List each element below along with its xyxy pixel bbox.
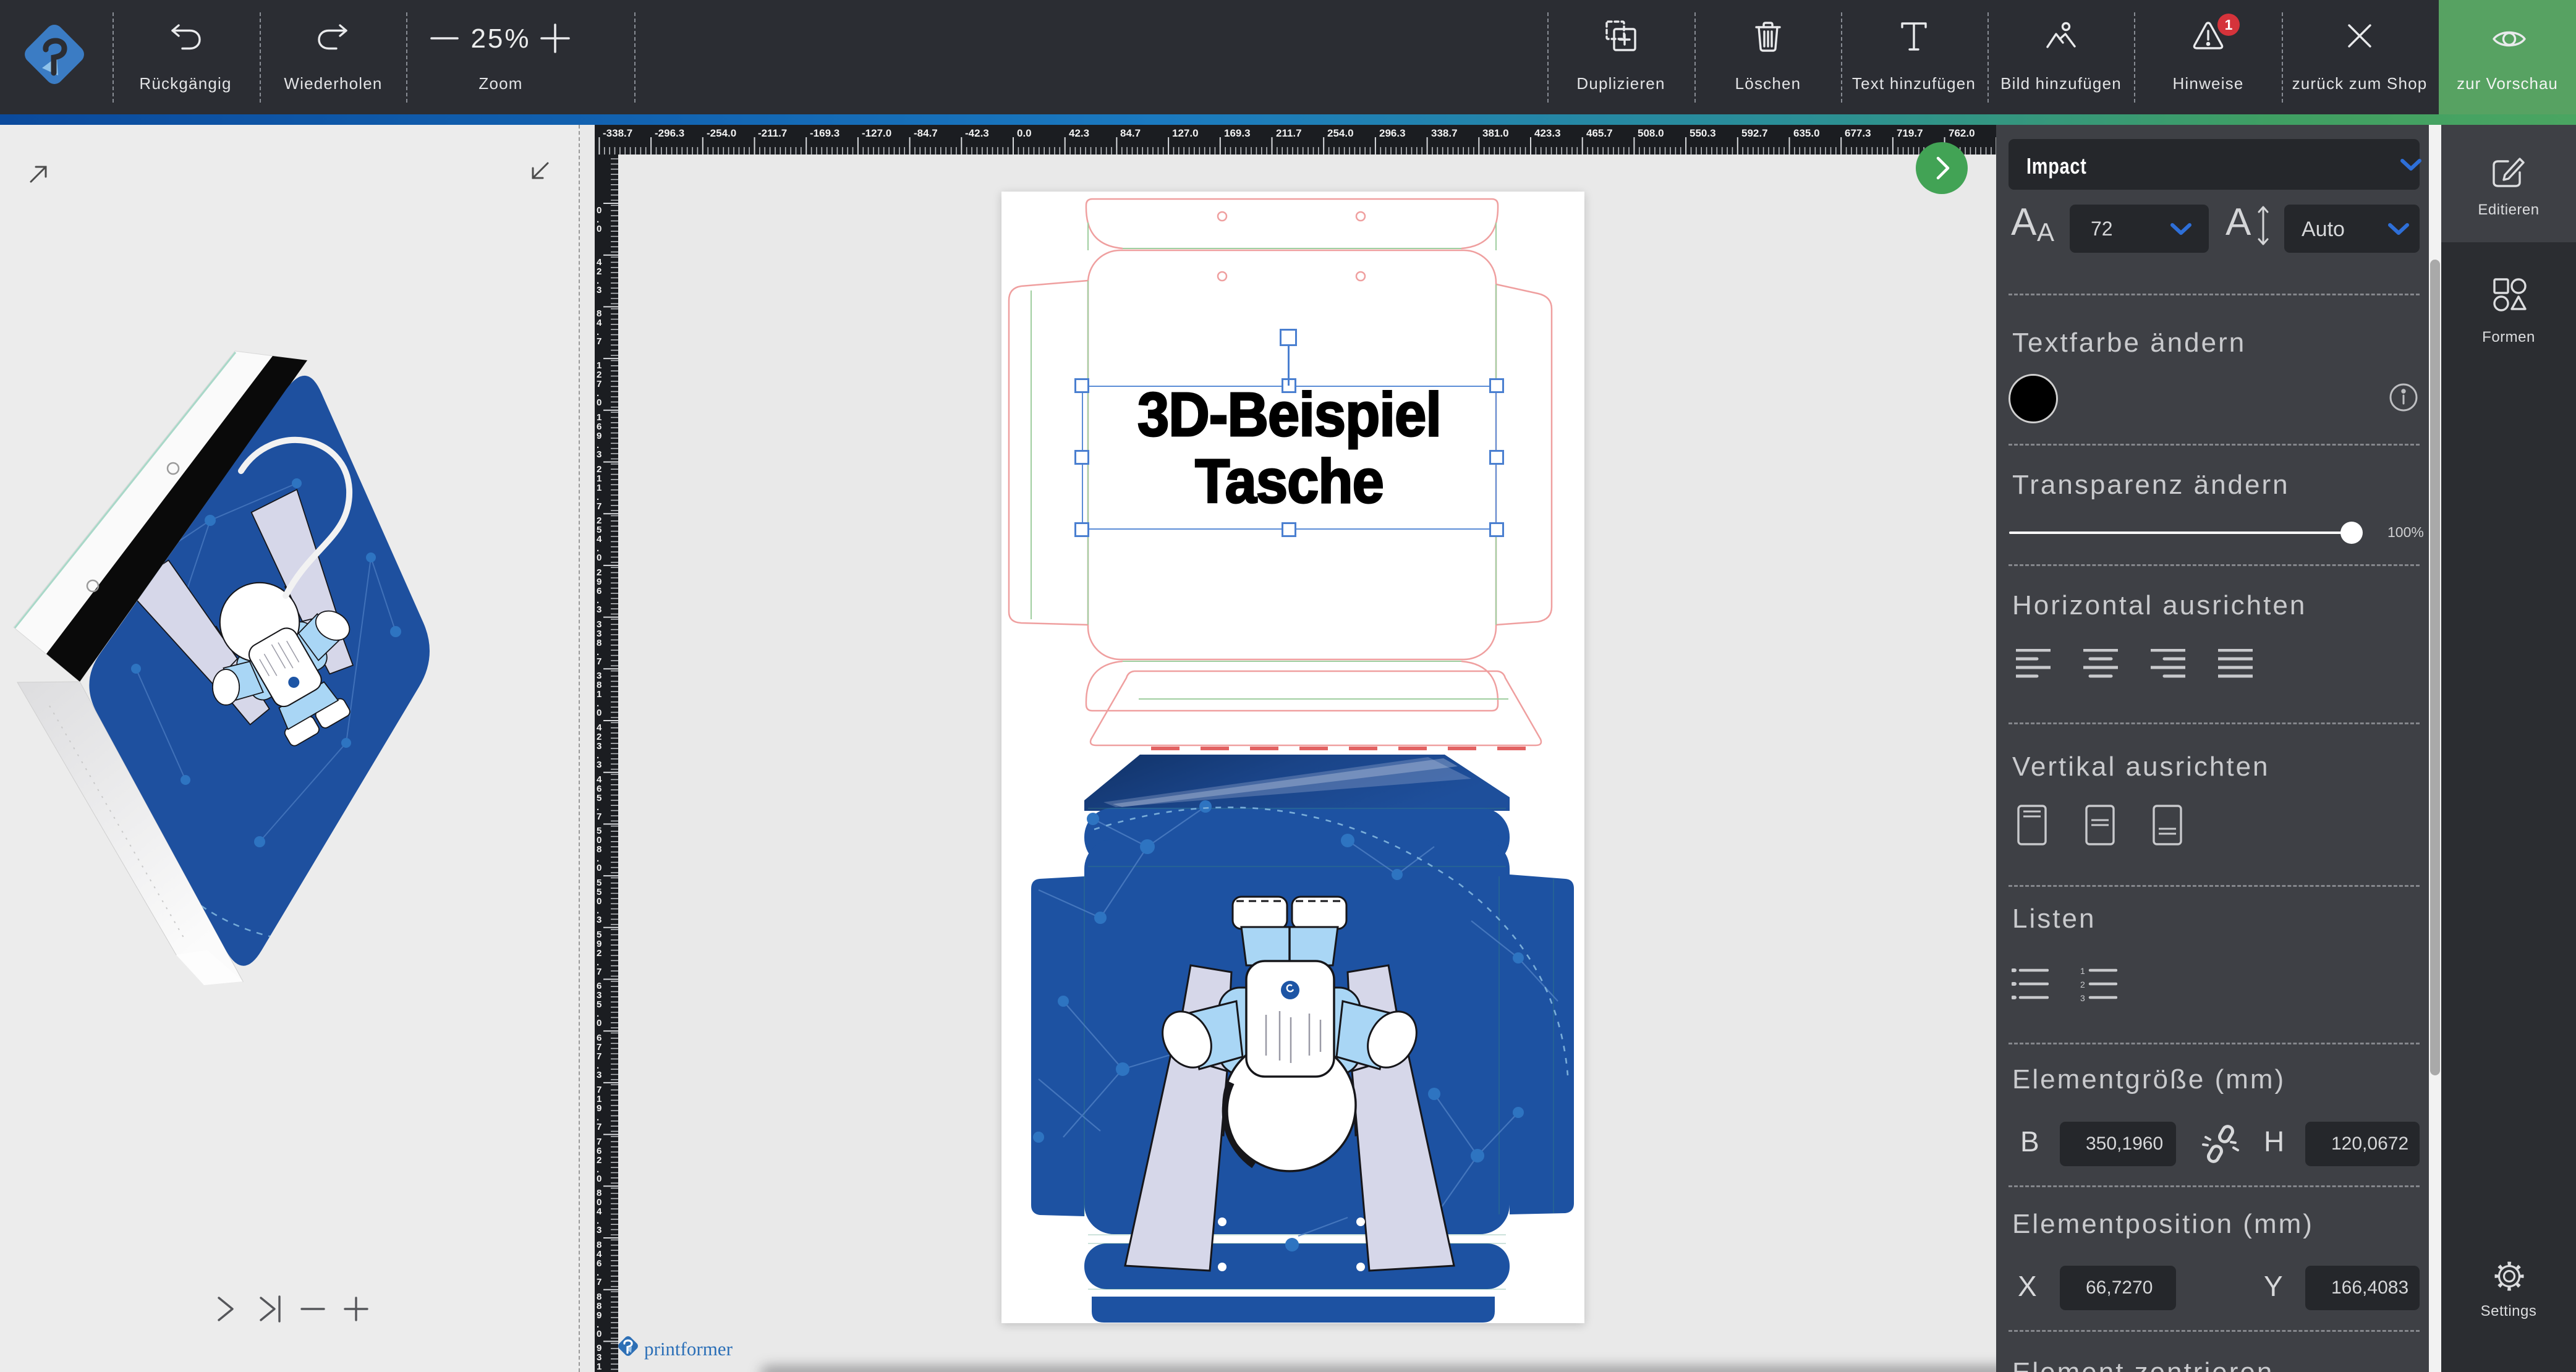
svg-text:296.3: 296.3: [597, 567, 601, 615]
svg-text:-296.3: -296.3: [655, 127, 684, 139]
svg-text:846.7: 846.7: [597, 1240, 602, 1287]
svg-text:42.3: 42.3: [1069, 127, 1089, 139]
svg-text:-211.7: -211.7: [758, 127, 787, 139]
svg-text:635.0: 635.0: [597, 981, 601, 1028]
svg-text:508.0: 508.0: [597, 826, 601, 873]
svg-text:211.7: 211.7: [1276, 127, 1302, 139]
svg-text:-254.0: -254.0: [707, 127, 736, 139]
svg-text:719.7: 719.7: [1897, 127, 1923, 139]
svg-text:762.0: 762.0: [597, 1137, 601, 1184]
svg-text:635.0: 635.0: [1793, 127, 1820, 139]
svg-text:254.0: 254.0: [1327, 127, 1354, 139]
svg-text:550.3: 550.3: [597, 878, 601, 925]
svg-text:84.7: 84.7: [597, 308, 602, 347]
svg-text:0.0: 0.0: [1017, 127, 1032, 139]
svg-text:762.0: 762.0: [1949, 127, 1975, 139]
svg-text:-169.3: -169.3: [810, 127, 840, 139]
svg-text:677.3: 677.3: [597, 1033, 601, 1080]
svg-text:550.3: 550.3: [1690, 127, 1716, 139]
svg-text:381.0: 381.0: [1482, 127, 1509, 139]
svg-text:719.7: 719.7: [597, 1085, 601, 1132]
svg-text:254.0: 254.0: [597, 515, 602, 563]
svg-text:-42.3: -42.3: [965, 127, 989, 139]
svg-text:677.3: 677.3: [1845, 127, 1871, 139]
svg-text:-127.0: -127.0: [862, 127, 891, 139]
svg-text:592.7: 592.7: [1741, 127, 1768, 139]
svg-text:1: 1: [2080, 967, 2085, 976]
svg-text:423.3: 423.3: [597, 722, 602, 770]
svg-text:381.0: 381.0: [597, 671, 601, 718]
svg-text:2: 2: [2080, 980, 2085, 989]
svg-text:889.0: 889.0: [597, 1292, 601, 1339]
svg-text:169.3: 169.3: [1224, 127, 1251, 139]
svg-text:42.3: 42.3: [597, 257, 602, 295]
svg-text:0.0: 0.0: [597, 205, 601, 234]
svg-text:127.0: 127.0: [1172, 127, 1199, 139]
svg-text:508.0: 508.0: [1638, 127, 1664, 139]
svg-text:169.3: 169.3: [597, 412, 601, 460]
svg-text:127.0: 127.0: [597, 360, 601, 408]
svg-text:338.7: 338.7: [1431, 127, 1458, 139]
svg-text:592.7: 592.7: [597, 929, 601, 977]
svg-text:338.7: 338.7: [597, 619, 601, 667]
svg-text:296.3: 296.3: [1379, 127, 1406, 139]
svg-text:-84.7: -84.7: [914, 127, 938, 139]
svg-text:211.7: 211.7: [597, 464, 601, 512]
svg-text:804.3: 804.3: [597, 1188, 602, 1235]
svg-text:465.7: 465.7: [597, 774, 602, 822]
svg-text:84.7: 84.7: [1120, 127, 1141, 139]
svg-text:-338.7: -338.7: [603, 127, 632, 139]
svg-text:931.3: 931.3: [597, 1343, 601, 1372]
svg-text:3: 3: [2080, 993, 2085, 1002]
svg-text:423.3: 423.3: [1534, 127, 1561, 139]
svg-text:465.7: 465.7: [1586, 127, 1613, 139]
